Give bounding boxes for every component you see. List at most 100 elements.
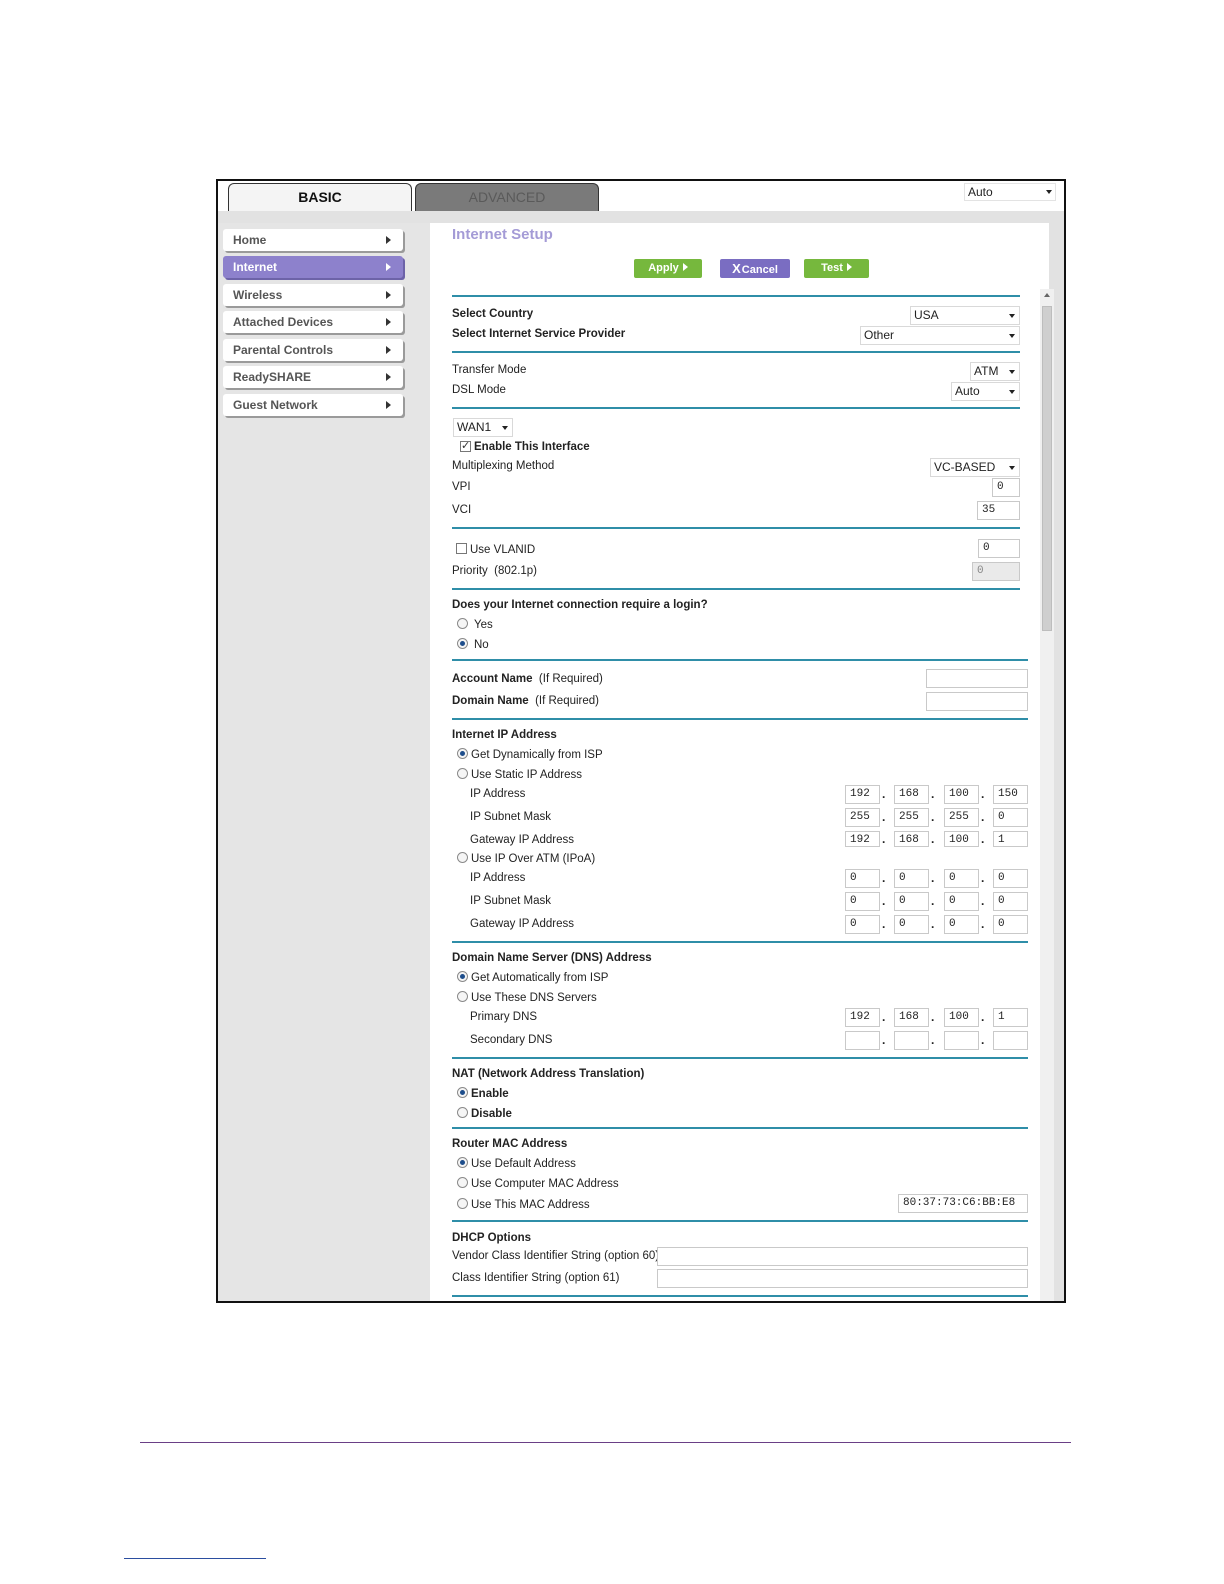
transfer-mode-select[interactable]: ATM — [970, 362, 1020, 381]
static-ip-octet-4[interactable]: 150 — [993, 785, 1028, 804]
primary-dns-octet-1[interactable]: 192 — [845, 1008, 880, 1027]
static-ip-octet-2[interactable]: 168 — [894, 785, 929, 804]
static-gateway-octet-4[interactable]: 1 — [993, 831, 1028, 847]
secondary-dns-octet-3[interactable] — [944, 1031, 979, 1050]
vci-input[interactable]: 35 — [977, 501, 1020, 520]
static-ip-octet-1[interactable]: 192 — [845, 785, 880, 804]
class-identifier-input[interactable] — [657, 1269, 1028, 1288]
ipoa-gateway-octet-4[interactable]: 0 — [993, 915, 1028, 934]
class-identifier-label: Class Identifier String (option 61) — [452, 1272, 620, 1284]
vpi-input[interactable]: 0 — [992, 478, 1020, 497]
country-select[interactable]: USA — [910, 306, 1020, 325]
enable-interface-checkbox[interactable] — [460, 439, 471, 452]
mac-computer-radio[interactable] — [457, 1177, 468, 1188]
footer-link-underline — [124, 1558, 266, 1559]
octet-separator: . — [981, 917, 985, 931]
static-gateway-octet-1[interactable]: 192 — [845, 831, 880, 847]
octet-separator: . — [882, 917, 886, 931]
ipoa-ip-label: IP Address — [470, 872, 526, 884]
tab-basic[interactable]: BASIC — [228, 183, 412, 211]
tab-advanced[interactable]: ADVANCED — [415, 183, 599, 211]
vlanid-input[interactable]: 0 — [978, 539, 1020, 558]
dsl-mode-select[interactable]: Auto — [951, 382, 1020, 401]
ipoa-mask-octet-4[interactable]: 0 — [993, 892, 1028, 911]
static-gateway-octet-3[interactable]: 100 — [944, 831, 979, 847]
priority-input[interactable]: 0 — [972, 562, 1020, 581]
static-mask-octet-3[interactable]: 255 — [944, 808, 979, 827]
login-no-radio[interactable] — [457, 638, 468, 649]
dhcp-heading: DHCP Options — [452, 1232, 532, 1244]
static-mask-octet-4[interactable]: 0 — [993, 808, 1028, 827]
scrollbar[interactable] — [1040, 289, 1054, 1301]
vendor-class-input[interactable] — [657, 1247, 1028, 1266]
ipoa-gateway-octet-2[interactable]: 0 — [894, 915, 929, 934]
ipoa-mask-octet-1[interactable]: 0 — [845, 892, 880, 911]
isp-select[interactable]: Other — [860, 326, 1020, 345]
ipoa-gateway-octet-1[interactable]: 0 — [845, 915, 880, 934]
dns-manual-radio[interactable] — [457, 991, 468, 1002]
nat-enable-radio[interactable] — [457, 1087, 468, 1098]
scroll-up-icon[interactable] — [1044, 293, 1050, 297]
scroll-thumb[interactable] — [1042, 306, 1052, 631]
use-vlanid-label: Use VLANID — [470, 544, 536, 556]
sidebar-item-home[interactable]: Home — [223, 229, 403, 251]
sidebar-item-label: ReadySHARE — [233, 370, 312, 384]
test-button[interactable]: Test — [804, 259, 869, 278]
login-yes-radio[interactable] — [457, 618, 468, 629]
secondary-dns-octet-4[interactable] — [993, 1031, 1028, 1050]
mac-this-label: Use This MAC Address — [471, 1199, 590, 1211]
ipoa-ip-octet-4[interactable]: 0 — [993, 869, 1028, 888]
ip-static-radio[interactable] — [457, 768, 468, 779]
ip-dynamic-radio[interactable] — [457, 748, 468, 759]
vci-label: VCI — [452, 504, 472, 516]
sidebar-item-guest-network[interactable]: Guest Network — [223, 394, 403, 416]
priority-label-text: Priority — [452, 565, 488, 577]
apply-button[interactable]: Apply — [634, 259, 702, 278]
ipoa-ip-octet-2[interactable]: 0 — [894, 869, 929, 888]
multiplexing-select[interactable]: VC-BASED — [930, 458, 1020, 477]
sidebar-item-wireless[interactable]: Wireless — [223, 284, 403, 306]
sidebar-item-label: Attached Devices — [233, 315, 334, 329]
static-ip-octet-3[interactable]: 100 — [944, 785, 979, 804]
sidebar-item-parental-controls[interactable]: Parental Controls — [223, 339, 403, 361]
primary-dns-octet-2[interactable]: 168 — [894, 1008, 929, 1027]
sidebar-item-readyshare[interactable]: ReadySHARE — [223, 366, 403, 388]
secondary-dns-octet-2[interactable] — [894, 1031, 929, 1050]
divider — [452, 1220, 1028, 1222]
divider — [452, 941, 1028, 943]
sidebar: Home Internet Wireless Attached Devices … — [218, 223, 430, 1301]
account-name-input[interactable] — [926, 669, 1028, 688]
primary-dns-octet-4[interactable]: 1 — [993, 1008, 1028, 1027]
mac-computer-label: Use Computer MAC Address — [471, 1178, 619, 1190]
ipoa-mask-octet-3[interactable]: 0 — [944, 892, 979, 911]
ipoa-ip-octet-1[interactable]: 0 — [845, 869, 880, 888]
static-gateway-octet-2[interactable]: 168 — [894, 831, 929, 847]
nat-disable-radio[interactable] — [457, 1107, 468, 1118]
ipoa-gateway-octet-3[interactable]: 0 — [944, 915, 979, 934]
account-name-text: Account Name — [452, 673, 533, 685]
sidebar-item-internet[interactable]: Internet — [223, 256, 403, 278]
static-mask-octet-2[interactable]: 255 — [894, 808, 929, 827]
arrow-right-icon — [386, 291, 391, 299]
dns-auto-radio[interactable] — [457, 971, 468, 982]
mac-address-input[interactable]: 80:37:73:C6:BB:E8 — [898, 1194, 1028, 1213]
ip-ipoa-radio[interactable] — [457, 852, 468, 863]
domain-name-input[interactable] — [926, 692, 1028, 711]
octet-separator: . — [931, 810, 935, 824]
ipoa-ip-octet-3[interactable]: 0 — [944, 869, 979, 888]
sidebar-item-attached-devices[interactable]: Attached Devices — [223, 311, 403, 333]
static-mask-octet-1[interactable]: 255 — [845, 808, 880, 827]
ipoa-mask-octet-2[interactable]: 0 — [894, 892, 929, 911]
language-select[interactable]: Auto — [964, 183, 1056, 201]
wan-select[interactable]: WAN1 — [453, 418, 513, 437]
octet-separator: . — [882, 787, 886, 801]
use-vlanid-checkbox[interactable] — [456, 543, 467, 554]
secondary-dns-octet-1[interactable] — [845, 1031, 880, 1050]
mac-this-radio[interactable] — [457, 1198, 468, 1209]
chevron-down-icon — [1009, 334, 1015, 338]
cancel-button[interactable]: XCancel — [720, 259, 790, 278]
primary-dns-octet-3[interactable]: 100 — [944, 1008, 979, 1027]
country-select-value: USA — [914, 308, 939, 322]
mac-default-radio[interactable] — [457, 1157, 468, 1168]
divider — [452, 659, 1028, 661]
